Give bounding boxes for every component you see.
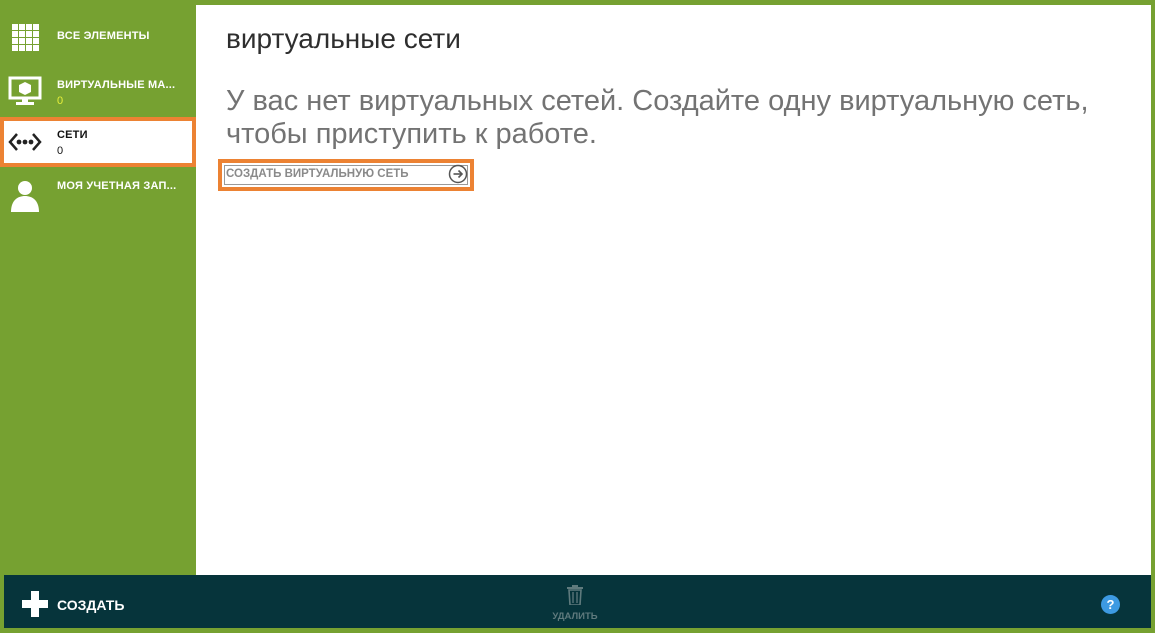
network-icon [8,133,42,151]
sidebar-item-label: СЕТИ [57,129,88,141]
create-virtual-network-label: СОЗДАТЬ ВИРТУАЛЬНУЮ СЕТЬ [226,168,409,180]
help-icon[interactable]: ? [1101,595,1120,614]
empty-state-message: У вас нет виртуальных сетей. Создайте од… [226,85,1089,150]
sidebar-item-label: МОЯ УЧЕТНАЯ ЗАП... [57,180,177,192]
delete-button-label: УДАЛИТЬ [552,611,598,622]
sidebar-item-label: ВСЕ ЭЛЕМЕНТЫ [57,30,150,42]
sidebar-item-label: ВИРТУАЛЬНЫЕ МА... [57,79,176,91]
main-content: виртуальные сети У вас нет виртуальных с… [196,5,1151,575]
page-title: виртуальные сети [226,23,461,54]
user-icon [11,181,39,212]
sidebar-item-count: 0 [57,95,64,107]
trash-icon [567,585,583,605]
sidebar: ВСЕ ЭЛЕМЕНТЫ ВИРТУАЛЬНЫЕ МА... 0 СЕТИ 0 … [0,0,196,575]
plus-icon [22,591,48,617]
sidebar-item-my-account[interactable]: МОЯ УЧЕТНАЯ ЗАП... [0,172,196,218]
new-button-label: СОЗДАТЬ [57,597,125,613]
virtual-machine-icon [8,76,42,105]
sidebar-item-virtual-machines[interactable]: ВИРТУАЛЬНЫЕ МА... 0 [0,68,196,114]
sidebar-item-all-items[interactable]: ВСЕ ЭЛЕМЕНТЫ [0,14,196,60]
create-virtual-network-link[interactable]: СОЗДАТЬ ВИРТУАЛЬНУЮ СЕТЬ [218,159,474,191]
command-bar: СОЗДАТЬ УДАЛИТЬ ? [4,575,1151,628]
grid-icon [12,24,39,51]
sidebar-item-networks[interactable]: СЕТИ 0 [0,117,196,167]
delete-button[interactable]: УДАЛИТЬ [544,585,606,625]
sidebar-item-count: 0 [57,145,64,157]
arrow-right-circle-icon [448,164,468,184]
